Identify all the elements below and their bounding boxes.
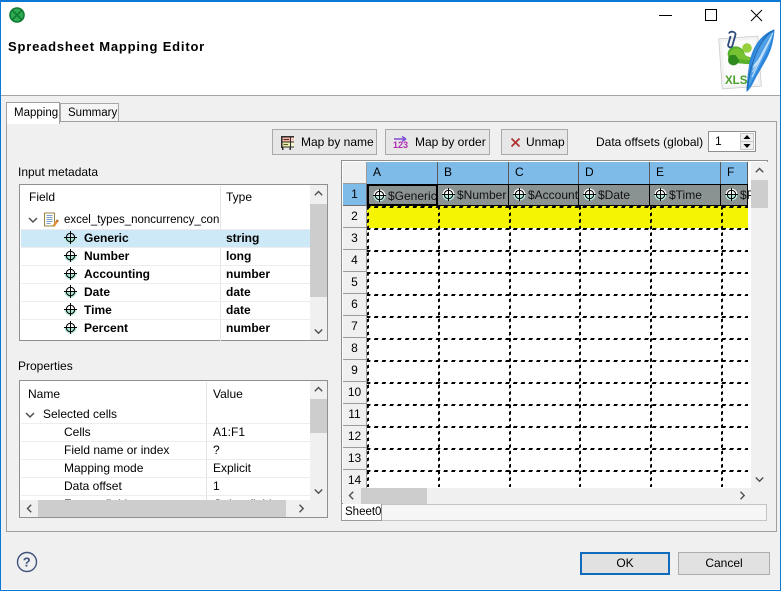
svg-text:123: 123 [393,140,408,150]
svg-text:XLS: XLS [725,75,748,87]
svg-text:?: ? [23,555,31,570]
